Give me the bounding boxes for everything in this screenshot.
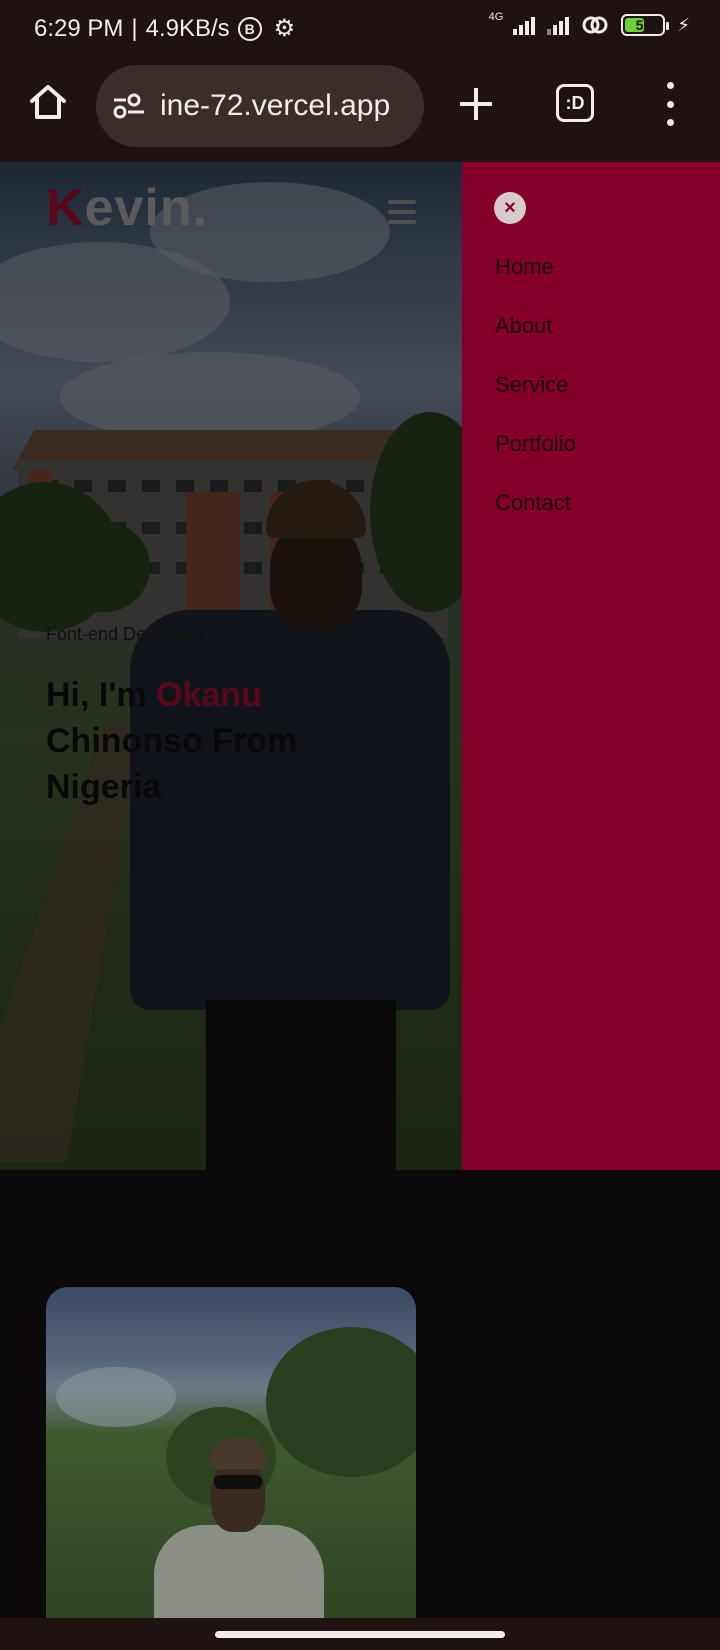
battery-nub <box>666 22 670 30</box>
tab-switcher-icon[interactable]: :D <box>556 84 594 122</box>
home-icon[interactable] <box>28 82 68 122</box>
address-bar[interactable]: ine-72.vercel.app <box>96 65 424 147</box>
about-photo <box>46 1287 416 1618</box>
charging-icon: ⚡ <box>677 14 690 35</box>
status-time: 6:29 PM <box>34 14 124 42</box>
status-separator: | <box>131 14 138 42</box>
status-bar: 6:29 PM | 4.9KB/s B ⚙ 4G 56 ⚡ <box>0 0 720 54</box>
status-right: 4G 56 ⚡ <box>488 11 690 36</box>
nav-item-contact[interactable]: Contact <box>495 488 576 547</box>
status-left: 6:29 PM | 4.9KB/s B ⚙ <box>34 14 295 43</box>
home-gesture-handle[interactable] <box>215 1631 505 1638</box>
nav-item-home[interactable]: Home <box>495 252 576 311</box>
hotspot-link-icon <box>582 16 608 34</box>
plus-icon[interactable] <box>456 84 496 124</box>
b-badge-icon: B <box>237 16 262 41</box>
phone-screen: 6:29 PM | 4.9KB/s B ⚙ 4G 56 ⚡ ine-72.ver… <box>0 0 720 1650</box>
hero-section: Kevin. Font-end Developer Hi, I'm Okanu … <box>0 162 720 1170</box>
close-icon[interactable]: × <box>494 192 526 224</box>
browser-toolbar: ine-72.vercel.app :D <box>0 54 720 162</box>
battery-icon: 56 <box>621 14 670 36</box>
network-type: 4G <box>488 11 504 23</box>
side-navigation-panel: × Home About Service Portfolio Contact <box>462 162 720 1170</box>
nav-item-service[interactable]: Service <box>495 370 576 429</box>
web-viewport: Kevin. Font-end Developer Hi, I'm Okanu … <box>0 162 720 1618</box>
nav-item-portfolio[interactable]: Portfolio <box>495 429 576 488</box>
nav-item-about[interactable]: About <box>495 311 576 370</box>
gear-icon: ⚙ <box>273 15 296 42</box>
signal-icon <box>513 15 536 35</box>
signal-2-icon <box>547 15 570 35</box>
url-text[interactable]: ine-72.vercel.app <box>160 89 412 123</box>
network-speed: 4.9KB/s <box>145 14 230 42</box>
battery-level: 56 <box>635 17 652 33</box>
side-nav-list: Home About Service Portfolio Contact <box>495 252 576 547</box>
more-vert-icon[interactable] <box>660 82 680 126</box>
gesture-navigation-bar <box>0 1618 720 1650</box>
site-settings-icon[interactable] <box>112 91 146 121</box>
